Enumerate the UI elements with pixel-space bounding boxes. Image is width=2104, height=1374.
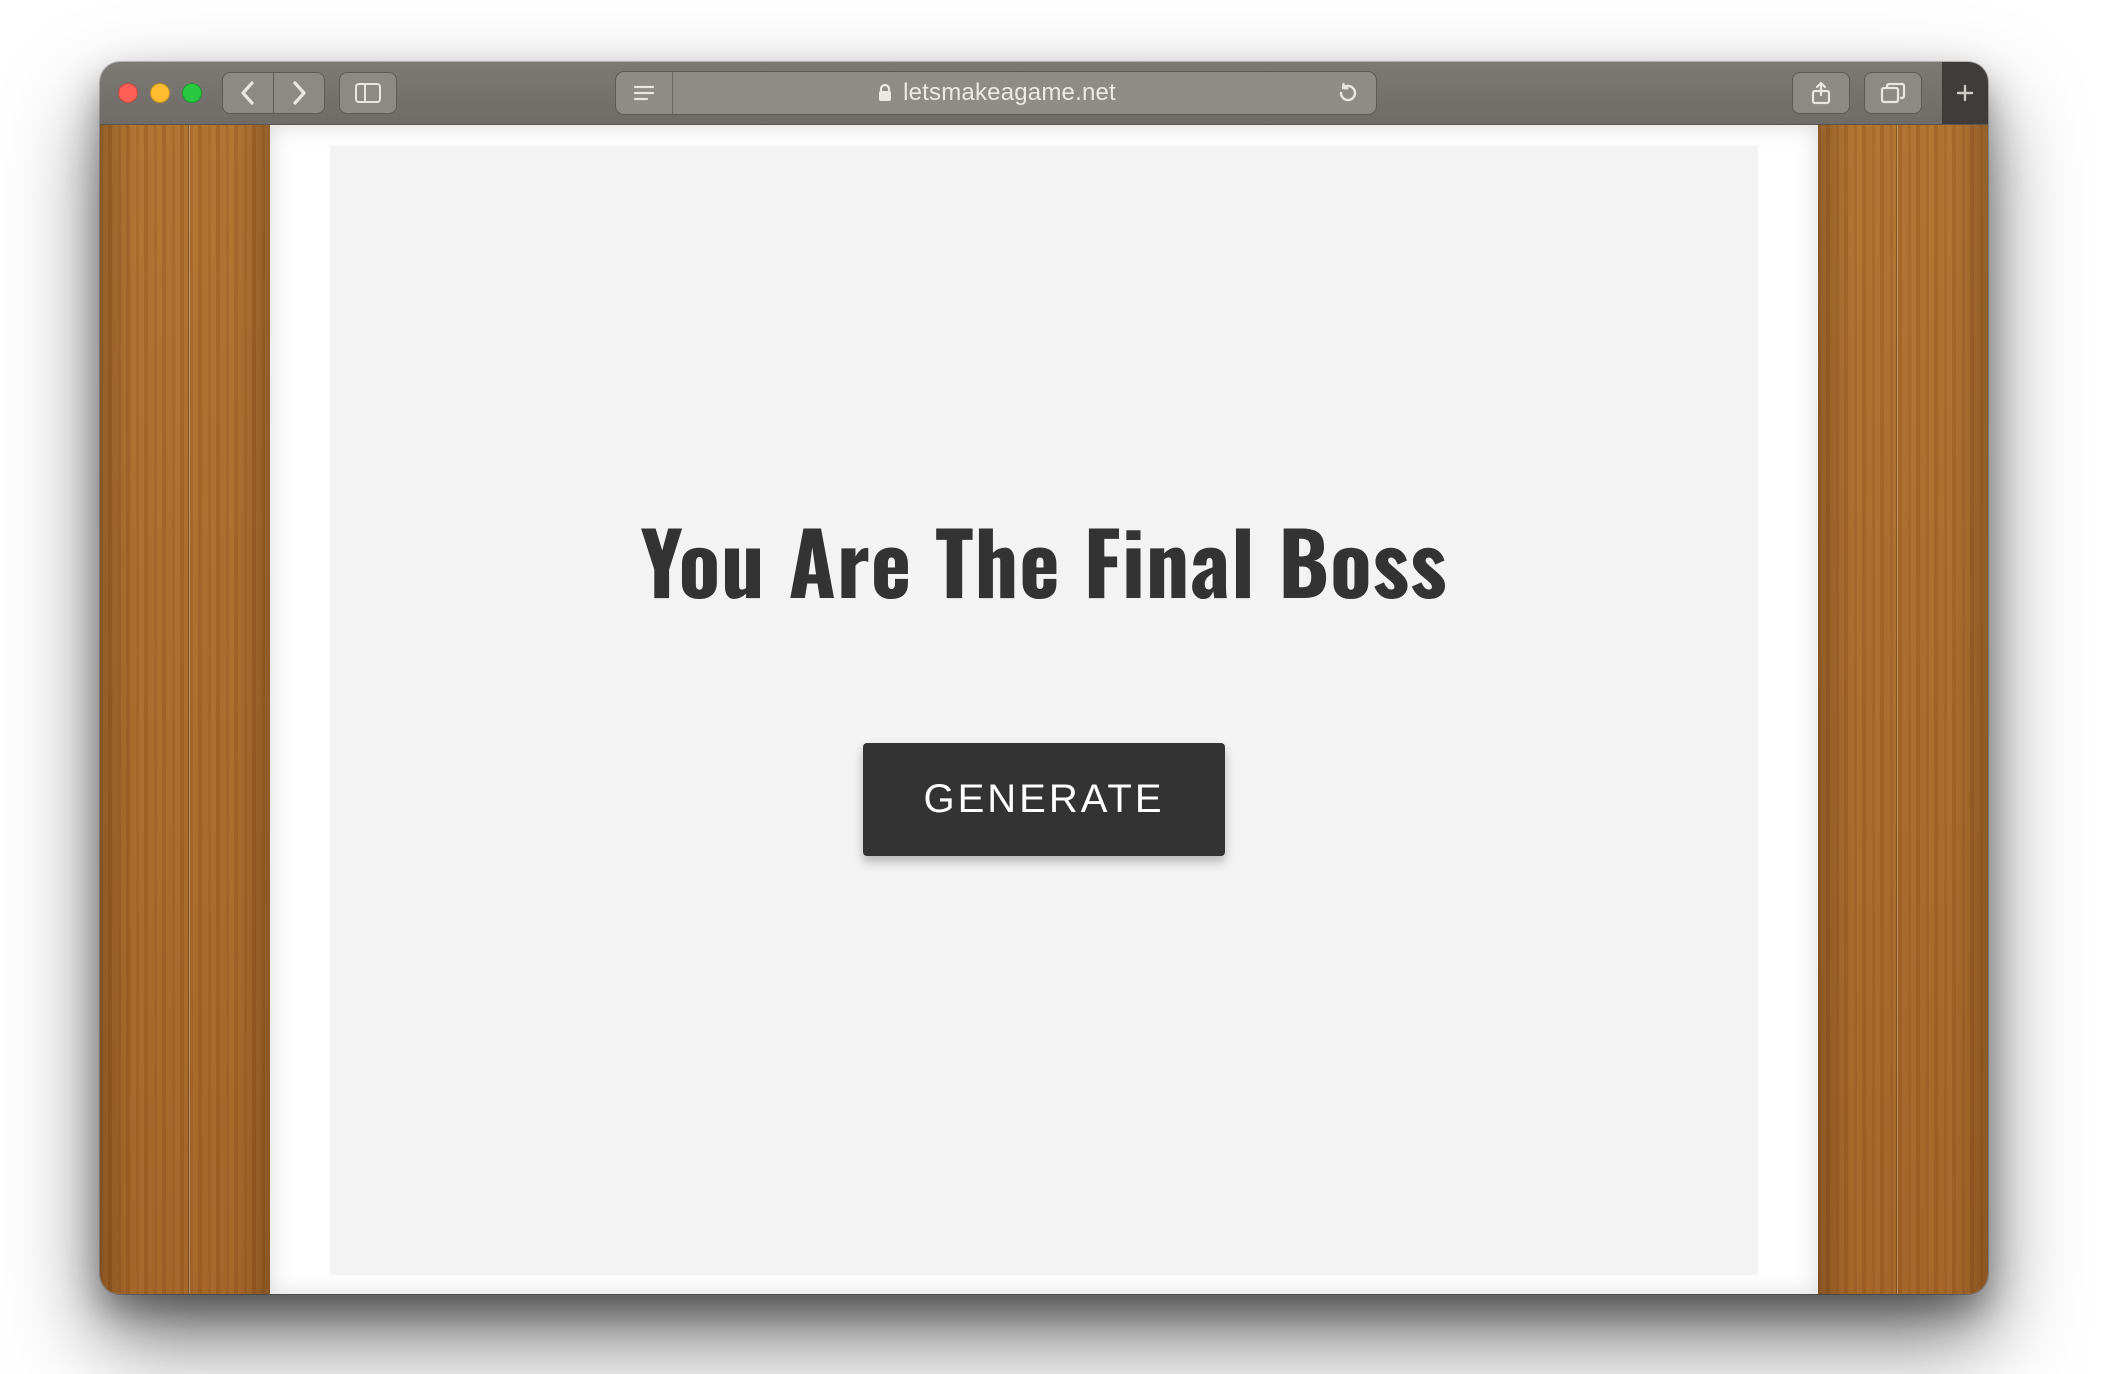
sidebar-button[interactable] (339, 72, 397, 114)
toolbar-right (1792, 62, 1974, 124)
page-viewport: You Are The Final Boss GENERATE (100, 125, 1988, 1294)
browser-window: letsmakeagame.net (100, 62, 1988, 1294)
lock-icon (877, 83, 893, 103)
generator-card: You Are The Final Boss GENERATE (330, 145, 1758, 1275)
minimize-window-button[interactable] (150, 83, 170, 103)
new-tab-button[interactable] (1942, 62, 1988, 124)
sidebar-icon (355, 83, 381, 103)
back-button[interactable] (223, 73, 273, 113)
share-icon (1810, 80, 1832, 106)
generate-button[interactable]: GENERATE (863, 743, 1224, 856)
background-wood-left (100, 125, 270, 1294)
address-bar[interactable]: letsmakeagame.net (615, 71, 1377, 115)
nav-buttons (222, 72, 325, 114)
chevron-left-icon (239, 80, 257, 106)
chevron-right-icon (290, 80, 308, 106)
generated-title: You Are The Final Boss (640, 495, 1447, 623)
reader-icon (633, 84, 655, 102)
zoom-window-button[interactable] (182, 83, 202, 103)
reload-button[interactable] (1320, 72, 1376, 114)
window-controls (114, 83, 208, 103)
address-bar-content: letsmakeagame.net (673, 79, 1320, 107)
share-button[interactable] (1792, 72, 1850, 114)
plus-icon (1954, 82, 1976, 104)
forward-button[interactable] (273, 73, 324, 113)
address-bar-host: letsmakeagame.net (903, 79, 1116, 107)
tabs-icon (1880, 82, 1906, 104)
background-wood-right (1818, 125, 1988, 1294)
titlebar: letsmakeagame.net (100, 62, 1988, 125)
close-window-button[interactable] (118, 83, 138, 103)
content-paper: You Are The Final Boss GENERATE (270, 125, 1818, 1294)
reload-icon (1337, 82, 1359, 104)
tabs-button[interactable] (1864, 72, 1922, 114)
reader-button[interactable] (616, 72, 673, 114)
